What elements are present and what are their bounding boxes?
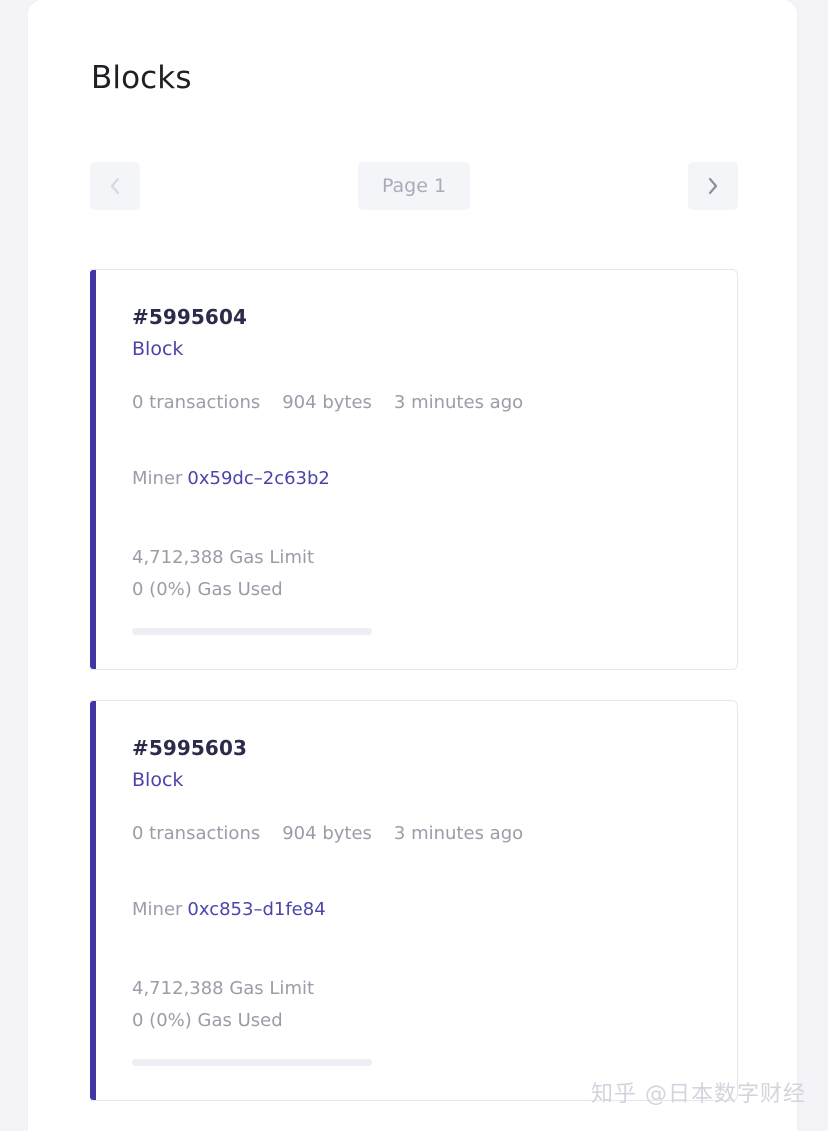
block-card[interactable]: #5995603 Block 0 transactions 904 bytes 3 mi… <box>90 700 738 1101</box>
gas-limit: 4,712,388 Gas Limit <box>132 978 315 999</box>
gas-usage-bar <box>132 628 372 635</box>
gas-info: 4,712,388 Gas Limit 0 (0%) Gas Used <box>132 542 737 635</box>
transaction-count: 0 transactions <box>132 823 261 844</box>
current-page-indicator[interactable]: Page 1 <box>358 162 470 210</box>
transaction-count: 0 transactions <box>132 392 261 413</box>
miner-row: Miner 0xc853–d1fe84 <box>132 897 737 923</box>
block-size: 904 bytes <box>282 823 372 844</box>
gas-used: 0 (0%) Gas Used <box>132 1010 283 1031</box>
app-panel: Blocks Page 1 #5995604 Block 0 transaction… <box>28 0 797 1131</box>
miner-label: Miner <box>132 468 183 489</box>
miner-row: Miner 0x59dc–2c63b2 <box>132 466 737 492</box>
block-list: #5995604 Block 0 transactions 904 bytes 3 mi… <box>90 269 738 1131</box>
block-card[interactable]: #5995604 Block 0 transactions 904 bytes 3 mi… <box>90 269 738 670</box>
card-accent-bar <box>90 701 96 1100</box>
previous-page-button[interactable] <box>90 162 140 210</box>
pagination-controls: Page 1 <box>90 162 738 210</box>
block-meta-row: 0 transactions 904 bytes 3 minutes ago <box>132 390 737 416</box>
miner-address-link[interactable]: 0x59dc–2c63b2 <box>187 468 329 489</box>
card-accent-bar <box>90 270 96 669</box>
block-meta-row: 0 transactions 904 bytes 3 minutes ago <box>132 821 737 847</box>
block-number: #5995603 <box>132 736 247 760</box>
next-page-button[interactable] <box>688 162 738 210</box>
miner-label: Miner <box>132 899 183 920</box>
block-type-link[interactable]: Block <box>132 334 183 364</box>
gas-limit: 4,712,388 Gas Limit <box>132 547 315 568</box>
gas-usage-bar <box>132 1059 372 1066</box>
block-age: 3 minutes ago <box>393 823 524 844</box>
block-age: 3 minutes ago <box>393 392 524 413</box>
block-size: 904 bytes <box>282 392 372 413</box>
block-type-link[interactable]: Block <box>132 765 183 795</box>
gas-info: 4,712,388 Gas Limit 0 (0%) Gas Used <box>132 973 737 1066</box>
chevron-left-icon <box>108 175 122 197</box>
chevron-right-icon <box>706 175 720 197</box>
page-title: Blocks <box>91 60 192 96</box>
miner-address-link[interactable]: 0xc853–d1fe84 <box>187 899 325 920</box>
block-number: #5995604 <box>132 305 247 329</box>
gas-used: 0 (0%) Gas Used <box>132 579 283 600</box>
